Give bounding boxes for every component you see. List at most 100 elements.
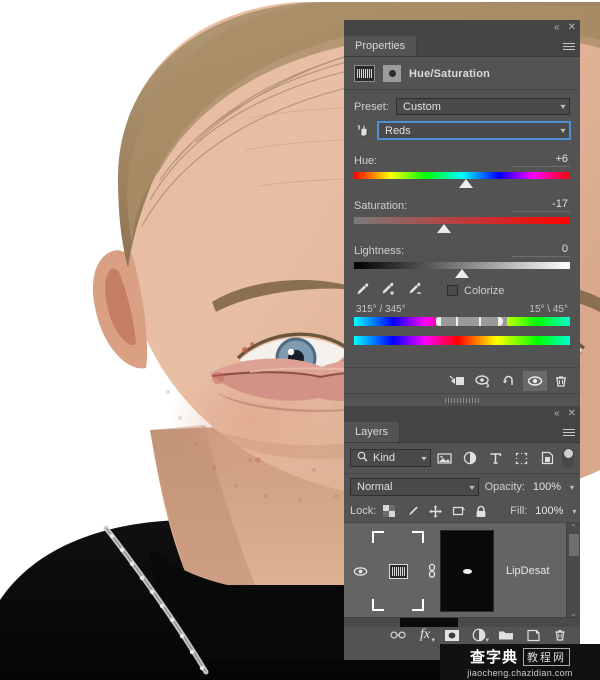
chevron-down-icon: ▾: [469, 482, 475, 492]
range-handle-outer-left[interactable]: [436, 317, 442, 326]
layer-mask-link-icon[interactable]: [424, 563, 440, 579]
scroll-down-arrow-icon[interactable]: ⌄: [570, 609, 577, 617]
color-range-control[interactable]: [354, 317, 570, 345]
pixel-layer-filter-icon[interactable]: [431, 448, 457, 468]
layer-list-scrollbar[interactable]: ⌃ ⌄: [566, 523, 580, 617]
chevron-down-icon[interactable]: ▾: [572, 507, 576, 516]
opacity-value[interactable]: 100%: [531, 481, 561, 493]
layer-filter-kind-label: Kind: [373, 452, 396, 464]
opacity-label: Opacity:: [484, 481, 525, 493]
fill-label: Fill:: [510, 505, 528, 517]
chevron-down-icon[interactable]: ▾: [570, 483, 574, 492]
new-group-icon[interactable]: [494, 625, 518, 645]
reset-icon[interactable]: [497, 371, 521, 391]
properties-panel: « ✕ Properties Hue/Saturation Preset: Cu…: [344, 20, 580, 406]
new-adjustment-layer-icon[interactable]: ▾: [467, 625, 491, 645]
layer-visibility-toggle[interactable]: [348, 566, 372, 577]
targeted-adjustment-hand-icon[interactable]: [354, 124, 372, 138]
search-icon: [357, 451, 368, 465]
table-row[interactable]: LipDesat: [344, 523, 580, 617]
range-left-degrees: 315° / 345°: [356, 304, 406, 315]
channel-value: Reds: [385, 124, 411, 137]
blend-mode-value: Normal: [357, 481, 393, 493]
layers-panel: « ✕ Layers Kind ▾ Normal ▾ Opacity: 100%…: [344, 406, 580, 660]
clip-to-layer-icon[interactable]: [445, 371, 469, 391]
blend-mode-row: Normal ▾ Opacity: 100% ▾: [344, 474, 580, 500]
range-right-degrees: 15° \ 45°: [529, 304, 568, 315]
layers-panel-topbar: « ✕: [344, 406, 580, 422]
link-layers-icon[interactable]: [386, 625, 410, 645]
lock-image-pixels-icon[interactable]: [405, 504, 419, 518]
lock-transparent-pixels-icon[interactable]: [382, 504, 396, 518]
eyedropper-icon[interactable]: [354, 281, 370, 300]
close-panel-icon[interactable]: ✕: [568, 407, 576, 421]
properties-tab-strip: Properties: [344, 36, 580, 57]
hue-slider-thumb[interactable]: [458, 179, 473, 188]
adjustment-layer-filter-icon[interactable]: [457, 448, 483, 468]
preset-select[interactable]: Custom ▾: [396, 98, 570, 115]
delete-layer-icon[interactable]: [548, 625, 572, 645]
color-range-selection[interactable]: [436, 317, 508, 326]
delete-adjustment-icon[interactable]: [549, 371, 573, 391]
collapse-panel-icon[interactable]: «: [554, 21, 560, 35]
properties-panel-resize-grip[interactable]: [344, 393, 580, 406]
collapse-panel-icon[interactable]: «: [554, 407, 560, 421]
scrollbar-thumb[interactable]: [569, 534, 579, 556]
add-layer-mask-icon[interactable]: [440, 625, 464, 645]
shape-layer-filter-icon[interactable]: [509, 448, 535, 468]
channel-select[interactable]: Reds ▾: [377, 121, 571, 140]
layer-filter-kind-select[interactable]: Kind ▾: [350, 449, 432, 467]
type-layer-filter-icon[interactable]: [483, 448, 509, 468]
view-previous-state-icon[interactable]: [471, 371, 495, 391]
tab-layers[interactable]: Layers: [344, 422, 401, 442]
photoshop-screenshot: « ✕ Properties Hue/Saturation Preset: Cu…: [0, 0, 600, 680]
filter-enable-toggle[interactable]: [562, 448, 574, 468]
properties-panel-menu-icon[interactable]: [558, 36, 580, 56]
range-handle-inner-left[interactable]: [455, 317, 458, 326]
color-range-degrees: 315° / 345° 15° \ 45°: [356, 304, 568, 315]
tab-properties-label: Properties: [355, 40, 406, 52]
color-range-spectrum-bottom: [354, 336, 570, 345]
close-panel-icon[interactable]: ✕: [568, 21, 576, 35]
range-handle-inner-right[interactable]: [479, 317, 482, 326]
tab-properties[interactable]: Properties: [344, 36, 418, 56]
saturation-value[interactable]: -17: [512, 198, 570, 212]
properties-body: Preset: Custom ▾ Reds ▾ Hue: +6 Saturati…: [344, 90, 580, 345]
saturation-slider-thumb[interactable]: [436, 224, 451, 233]
chevron-down-icon: ▾: [421, 453, 427, 463]
range-handle-outer-right[interactable]: [497, 317, 503, 326]
eyedropper-subtract-icon[interactable]: [406, 281, 424, 300]
lock-all-icon[interactable]: [474, 504, 488, 518]
hue-value[interactable]: +6: [512, 153, 570, 167]
hue-saturation-icon: [354, 65, 375, 82]
layer-mask-icon[interactable]: [383, 65, 401, 82]
lightness-slider-track[interactable]: [354, 262, 570, 278]
layers-tab-strip: Layers: [344, 422, 580, 443]
lightness-slider-thumb[interactable]: [455, 269, 469, 278]
preset-value: Custom: [403, 100, 441, 113]
scroll-up-arrow-icon[interactable]: ⌃: [570, 523, 577, 533]
preset-label: Preset:: [354, 100, 389, 113]
hue-label: Hue:: [354, 155, 378, 167]
hue-slider-track[interactable]: [354, 172, 570, 188]
lightness-label: Lightness:: [354, 245, 405, 257]
saturation-slider-track[interactable]: [354, 217, 570, 233]
eyedropper-add-icon[interactable]: [379, 281, 397, 300]
smart-object-filter-icon[interactable]: [534, 448, 560, 468]
adjustment-title: Hue/Saturation: [409, 67, 491, 80]
fill-value[interactable]: 100%: [533, 505, 563, 517]
layer-thumbnail[interactable]: [372, 531, 424, 611]
lock-artboard-nesting-icon[interactable]: [451, 504, 465, 518]
layer-mask-thumbnail[interactable]: [440, 530, 494, 612]
add-layer-style-icon[interactable]: fx ▾: [413, 625, 437, 645]
layer-filter-row: Kind ▾: [344, 443, 580, 474]
lock-position-icon[interactable]: [428, 504, 442, 518]
saturation-label: Saturation:: [354, 200, 408, 212]
layers-panel-menu-icon[interactable]: [558, 422, 580, 442]
lightness-value[interactable]: 0: [512, 243, 570, 257]
colorize-checkbox[interactable]: [447, 285, 458, 296]
new-layer-icon[interactable]: [521, 625, 545, 645]
toggle-visibility-icon[interactable]: [523, 370, 547, 391]
lock-row: Lock: Fill: 100% ▾: [344, 500, 580, 522]
blend-mode-select[interactable]: Normal ▾: [350, 478, 479, 496]
